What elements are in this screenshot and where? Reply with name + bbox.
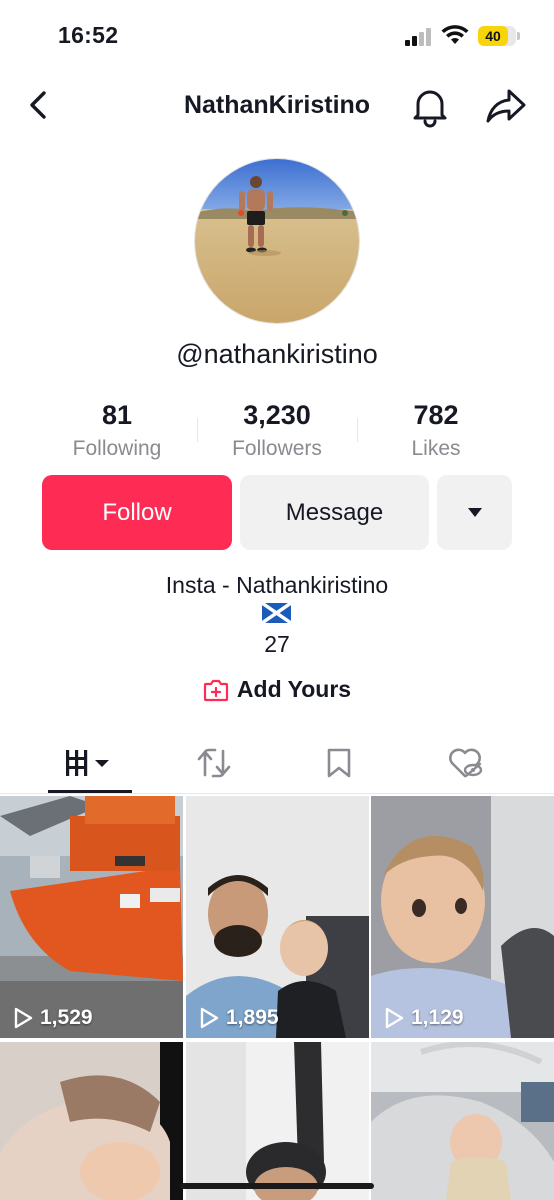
stat-likes[interactable]: 782 Likes — [356, 400, 516, 461]
profile-stats: 81 Following 3,230 Followers 782 Likes — [0, 400, 554, 470]
bell-icon[interactable] — [408, 84, 452, 128]
video-thumbnail-image — [371, 796, 554, 1038]
triangle-down-icon — [467, 507, 482, 517]
wifi-icon — [441, 25, 469, 44]
profile-username: @nathankiristino — [176, 339, 378, 369]
view-count: 1,129 — [383, 1006, 464, 1030]
battery-icon: 40 — [478, 26, 516, 46]
liked-hidden-icon — [449, 748, 483, 778]
stat-following-label: Following — [72, 437, 162, 460]
video-thumbnail[interactable]: 1,895 — [186, 796, 369, 1038]
avatar-photo — [195, 159, 359, 323]
video-thumbnail[interactable] — [186, 1042, 369, 1200]
video-thumbnail[interactable]: 1,529 — [0, 796, 183, 1038]
repost-icon — [197, 748, 231, 778]
view-count-value: 1,895 — [226, 1006, 279, 1029]
video-thumbnail-image — [0, 796, 183, 1038]
video-thumbnail[interactable] — [371, 1042, 554, 1200]
video-thumbnail-image — [186, 796, 369, 1038]
view-count-value: 1,529 — [40, 1006, 93, 1029]
message-button[interactable]: Message — [240, 475, 429, 550]
follow-button[interactable]: Follow — [42, 475, 232, 550]
play-icon — [385, 1007, 404, 1029]
more-options-button[interactable] — [437, 475, 512, 550]
profile-header: NathanKiristino — [0, 78, 554, 134]
tab-favorites[interactable] — [270, 732, 408, 794]
stat-following-value: 81 — [101, 400, 133, 430]
add-yours-link[interactable]: Add Yours — [0, 676, 554, 703]
bookmark-icon — [327, 748, 351, 778]
profile-avatar[interactable] — [194, 158, 360, 324]
stat-followers-label: Followers — [232, 437, 322, 460]
share-arrow-icon[interactable] — [483, 86, 529, 126]
view-count: 1,529 — [12, 1006, 93, 1030]
video-thumbnail-image — [371, 1042, 554, 1200]
bio-text: Insta - Nathankiristino — [165, 572, 389, 598]
stat-following[interactable]: 81 Following — [37, 400, 197, 461]
video-thumbnail[interactable]: 1,129 — [371, 796, 554, 1038]
view-count-value: 1,129 — [411, 1006, 464, 1029]
tab-liked[interactable] — [396, 732, 534, 794]
status-bar: 16:52 40 — [0, 0, 554, 72]
tab-videos[interactable] — [21, 732, 159, 794]
cellular-signal-icon — [405, 28, 431, 46]
scotland-flag-icon — [262, 603, 291, 623]
stat-likes-value: 782 — [413, 400, 459, 430]
active-tab-indicator — [48, 790, 132, 793]
stat-likes-label: Likes — [411, 437, 461, 460]
video-thumbnail[interactable] — [0, 1042, 183, 1200]
stat-followers-value: 3,230 — [243, 400, 311, 430]
video-thumbnail-image — [186, 1042, 369, 1200]
stat-followers[interactable]: 3,230 Followers — [197, 400, 357, 461]
tab-reposts[interactable] — [145, 732, 283, 794]
home-indicator[interactable] — [180, 1183, 374, 1189]
play-icon — [200, 1007, 219, 1029]
videos-grid-icon — [66, 750, 109, 776]
add-yours-icon — [203, 679, 229, 701]
add-yours-label: Add Yours — [236, 676, 352, 702]
battery-percent: 40 — [485, 28, 501, 44]
status-time: 16:52 — [58, 22, 119, 48]
view-count: 1,895 — [198, 1006, 279, 1030]
play-icon — [14, 1007, 33, 1029]
video-grid: 1,529 1,895 1,129 — [0, 796, 554, 1200]
video-thumbnail-image — [0, 1042, 183, 1200]
content-tabs — [0, 732, 554, 794]
header-title: NathanKiristino — [183, 91, 371, 119]
bio-age: 27 — [264, 631, 290, 657]
battery-tip — [517, 32, 520, 40]
